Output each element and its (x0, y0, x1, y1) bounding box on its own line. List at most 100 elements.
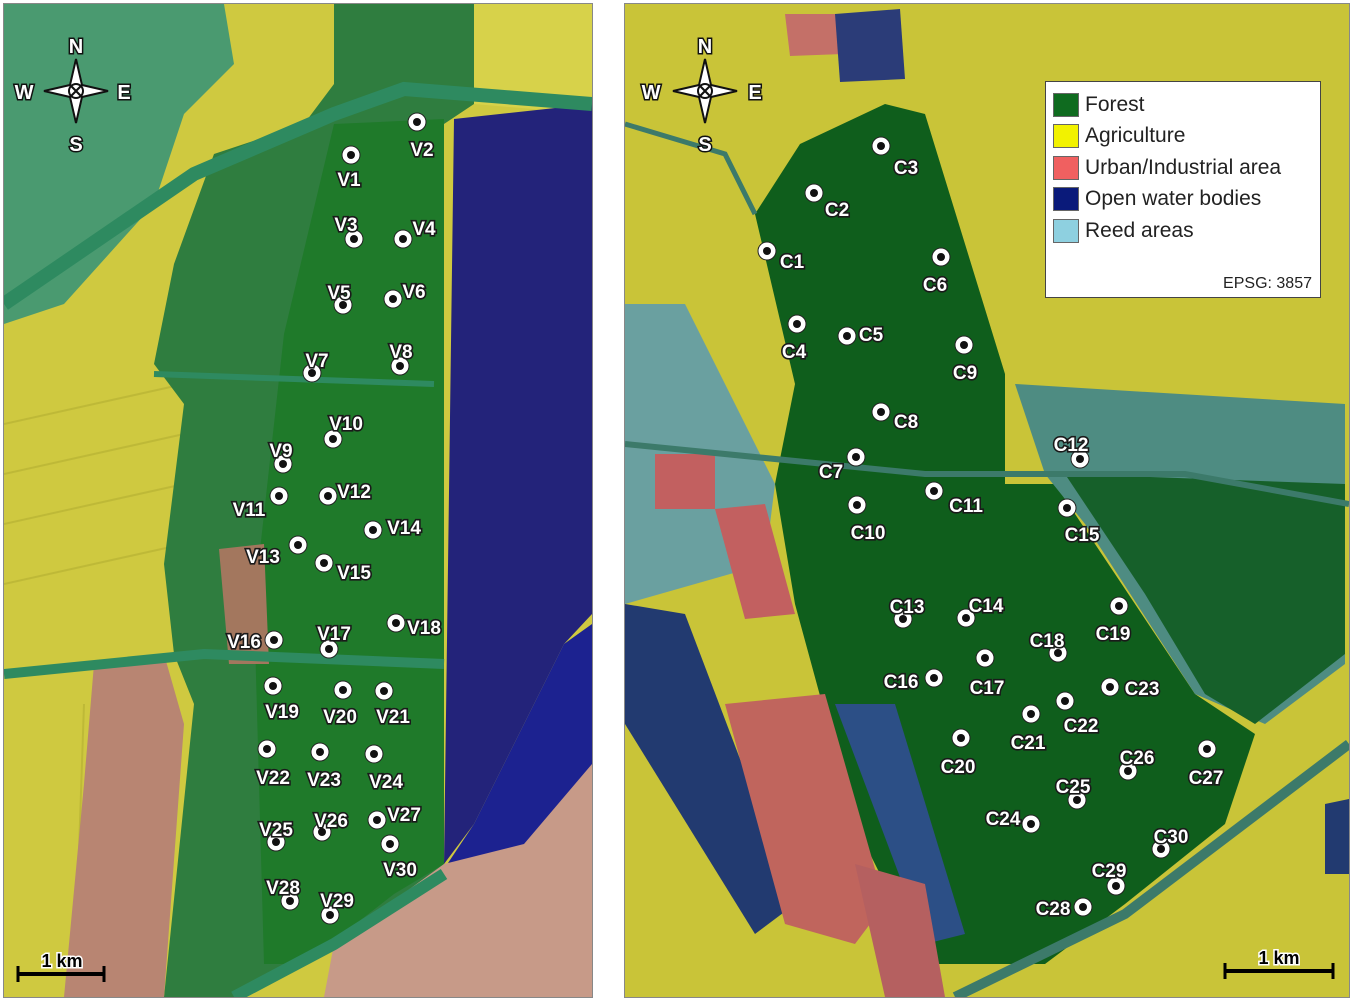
site-v-marker-dot (270, 636, 278, 644)
site-v-label: V16 (227, 632, 261, 653)
site-c-label: C10 (851, 523, 886, 544)
site-v-label: V29 (320, 891, 354, 912)
site-c-marker-dot (1027, 710, 1035, 718)
site-v-label: V19 (265, 702, 299, 723)
legend-swatch-reed (1053, 219, 1079, 243)
site-c-label: C14 (969, 596, 1004, 617)
site-c-marker-dot (957, 734, 965, 742)
legend-swatch-water (1053, 187, 1079, 211)
site-v-marker-dot (329, 435, 337, 443)
site-c-label: C27 (1189, 768, 1224, 789)
site-v-label: V7 (305, 351, 328, 372)
site-c-marker-dot (853, 501, 861, 509)
water-east (1325, 799, 1349, 874)
site-c-label: C28 (1036, 899, 1071, 920)
site-v-label: V12 (337, 482, 371, 503)
site-c-marker-dot (1115, 602, 1123, 610)
urban-west (655, 454, 715, 509)
site-v-label: V15 (337, 563, 371, 584)
water-north (835, 9, 905, 82)
site-v-marker-dot (294, 541, 302, 549)
site-v-label: V21 (376, 707, 410, 728)
site-c-label: C22 (1064, 716, 1099, 737)
compass-east: E (117, 82, 130, 104)
site-c-label: C2 (825, 200, 849, 221)
legend-item-agriculture: Agriculture (1053, 122, 1185, 150)
site-c-label: C13 (890, 597, 925, 618)
site-c-label: C7 (819, 462, 843, 483)
right-map-panel: C1 C2 C3 C4 C5 C6 C7 C8 C9 C10 C11 C12 C13 C14 C15 C16 C… (624, 3, 1350, 998)
site-c-label: C12 (1054, 435, 1089, 456)
site-v-label: V8 (389, 342, 412, 363)
legend-swatch-urban (1053, 156, 1079, 180)
left-map: V1 V2 V3 V4 V5 V6 V7 V8 V9 V10 V11 V12 V13 V14 V15 V16 V… (4, 4, 592, 997)
site-c-marker-dot (1061, 697, 1069, 705)
site-c-label: C21 (1011, 733, 1046, 754)
site-c-marker-dot (810, 189, 818, 197)
site-v-label: V20 (323, 707, 357, 728)
legend-label-water: Open water bodies (1085, 187, 1262, 210)
site-v-marker-dot (316, 748, 324, 756)
site-v-marker-dot (370, 750, 378, 758)
site-c-label: C17 (970, 678, 1005, 699)
site-v-marker-dot (396, 362, 404, 370)
site-c-label: C11 (949, 496, 983, 517)
site-c-label: C20 (941, 757, 976, 778)
site-v-label: V30 (383, 860, 417, 881)
site-v-label: V9 (269, 441, 292, 462)
site-c-marker-dot (937, 253, 945, 261)
compass-south: S (69, 134, 82, 156)
legend-item-reed: Reed areas (1053, 217, 1194, 245)
compass-west: W (15, 82, 34, 104)
site-c-label: C1 (780, 252, 805, 273)
site-v-label: V24 (369, 772, 403, 793)
site-c-marker-dot (1203, 745, 1211, 753)
site-c-label: C8 (894, 412, 918, 433)
legend-label-forest: Forest (1085, 93, 1145, 116)
site-v-marker-dot (339, 686, 347, 694)
compass-north: N (698, 36, 712, 58)
site-c-label: C15 (1065, 525, 1100, 546)
site-c-marker-dot (981, 654, 989, 662)
site-v-marker-dot (275, 492, 283, 500)
site-c-label: C23 (1125, 679, 1160, 700)
site-c-label: C16 (884, 672, 919, 693)
site-c-marker-dot (1106, 683, 1114, 691)
site-v-label: V11 (233, 500, 266, 521)
site-v-label: V3 (334, 215, 357, 236)
site-v-label: V10 (329, 414, 363, 435)
site-v-marker-dot (263, 745, 271, 753)
site-c-marker-dot (843, 332, 851, 340)
site-v-marker-dot (373, 816, 381, 824)
site-v-marker-dot (320, 559, 328, 567)
site-v-label: V4 (412, 219, 436, 240)
site-c-label: C6 (923, 275, 947, 296)
site-c-marker-dot (793, 320, 801, 328)
site-v-label: V18 (407, 618, 441, 639)
legend-crs-label: EPSG: 3857 (1223, 275, 1312, 292)
site-v-label: V22 (256, 768, 290, 789)
site-v-marker-dot (369, 526, 377, 534)
site-v-marker-dot (413, 118, 421, 126)
legend-item-urban: Urban/Industrial area (1053, 154, 1281, 182)
site-c-label: C25 (1056, 777, 1091, 798)
map-legend: Forest Agriculture Urban/Industrial area… (1045, 81, 1321, 298)
site-v-label: V5 (327, 283, 351, 304)
site-v-marker-dot (326, 911, 334, 919)
site-v-label: V28 (266, 878, 300, 899)
site-v-label: V23 (307, 770, 341, 791)
left-map-panel: V1 V2 V3 V4 V5 V6 V7 V8 V9 V10 V11 V12 V13 V14 V15 V16 V… (3, 3, 593, 998)
site-v-marker-dot (269, 682, 277, 690)
legend-swatch-agriculture (1053, 124, 1079, 148)
site-c-marker-dot (1079, 903, 1087, 911)
compass-south: S (698, 134, 711, 156)
legend-label-reed: Reed areas (1085, 219, 1194, 242)
site-c-label: C19 (1096, 624, 1131, 645)
site-c-marker-dot (1063, 504, 1071, 512)
site-v-label: V25 (259, 820, 293, 841)
site-c-marker-dot (1112, 882, 1120, 890)
site-c-label: C5 (859, 325, 884, 346)
site-v-marker-dot (324, 492, 332, 500)
site-v-label: V27 (387, 805, 421, 826)
site-v-label: V13 (246, 547, 280, 568)
